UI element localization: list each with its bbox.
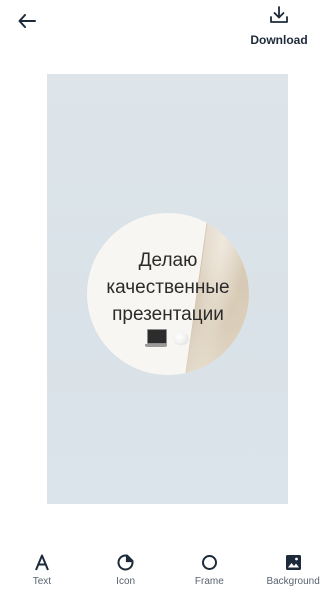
sticker-icon (117, 553, 135, 571)
headline-line-1: Делаю (138, 250, 198, 271)
download-tray-icon (269, 6, 289, 29)
tool-background-label: Background (266, 576, 320, 587)
tool-text[interactable]: Text (0, 553, 84, 597)
tool-icon-label: Icon (116, 576, 136, 587)
circle-frame[interactable]: Делаю качественные презентации (87, 213, 249, 375)
bottom-toolbar: Text Icon Frame Background (0, 553, 335, 597)
image-icon (284, 553, 302, 571)
design-canvas[interactable]: Делаю качественные презентации (47, 74, 288, 504)
text-a-icon (33, 553, 51, 571)
editor-screen: Download Делаю качественные презентации (0, 0, 335, 597)
tool-frame-label: Frame (194, 576, 224, 587)
tool-text-label: Text (32, 576, 52, 587)
laptop-icon (145, 329, 167, 347)
tool-icon[interactable]: Icon (84, 553, 168, 597)
tool-frame[interactable]: Frame (168, 553, 252, 597)
tool-background[interactable]: Background (251, 553, 335, 597)
headline-line-3: презентации (112, 304, 224, 325)
download-button[interactable]: Download (249, 6, 309, 47)
headline-line-2: качественные (106, 277, 230, 298)
circle-frame-icon (200, 553, 218, 571)
decor-icons (145, 329, 187, 347)
headline-text[interactable]: Делаю качественные презентации (87, 247, 249, 328)
download-label: Download (250, 33, 308, 47)
flower-icon (173, 331, 187, 345)
arrow-left-icon (18, 13, 36, 33)
back-button[interactable] (14, 10, 40, 36)
